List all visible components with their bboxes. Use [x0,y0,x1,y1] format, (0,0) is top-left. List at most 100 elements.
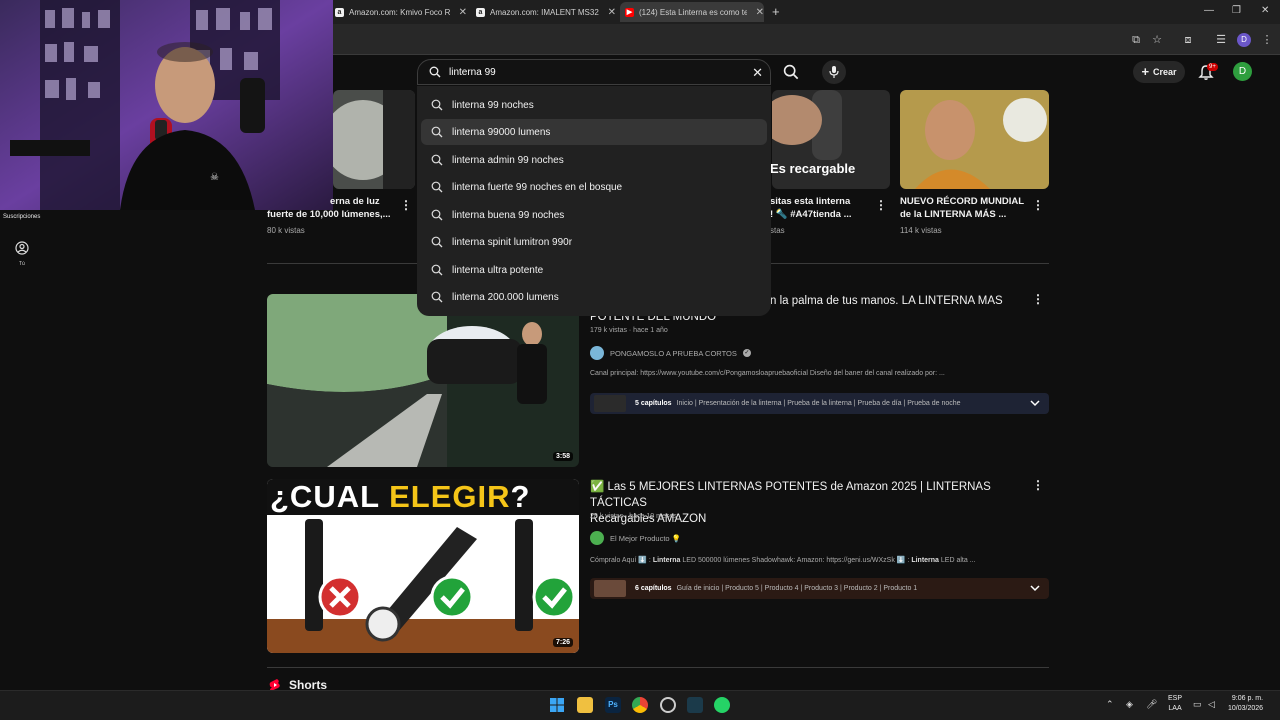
search-suggestion[interactable]: linterna 99000 lumens [421,119,767,145]
browser-tab[interactable]: a Amazon.com: Kmivo Foco Rec ✕ [335,2,467,22]
video-description: Cómpralo Aquí ⬇️ : Linterna LED 500000 l… [590,557,976,564]
obs-icon[interactable] [660,697,676,713]
minimize-icon[interactable]: — [1204,5,1214,16]
browser-menu-icon[interactable]: ⋮ [1260,33,1274,47]
search-icon [431,209,443,221]
microphone-icon [829,66,839,78]
search-suggestions-dropdown: linterna 99 noches linterna 99000 lumens… [417,86,771,316]
channel-info[interactable]: PONGAMOSLO A PRUEBA CORTOS ✓ [590,346,751,360]
search-suggestion[interactable]: linterna buena 99 noches [421,202,767,228]
search-icon [429,66,441,78]
chapters-bar[interactable]: 6 capítulos Guía de inicio | Producto 5 … [590,578,1049,599]
channel-avatar[interactable] [590,531,604,545]
video-title[interactable]: NUEVO RÉCORD MUNDIAL de la LINTERNA MÁS … [900,195,1030,221]
thumbnail-overlay-text: Es recargable [770,161,856,176]
channel-name[interactable]: PONGAMOSLO A PRUEBA CORTOS [610,349,737,358]
app-icon[interactable] [687,697,703,713]
photoshop-icon[interactable]: Ps [605,697,621,713]
search-icon [431,291,443,303]
bookmark-star-icon[interactable]: ☆ [1150,33,1164,47]
browser-tab-active[interactable]: ▶ (124) Esta Linterna es como ten ✕ [620,2,764,22]
input-language-indicator[interactable]: ESP LAA [1168,694,1182,714]
channel-name[interactable]: El Mejor Producto 💡 [610,534,681,543]
more-options-icon[interactable]: ⋮ [1032,198,1044,212]
video-thumbnail[interactable] [333,90,415,189]
webcam-overlay: ☠ [0,0,333,210]
tab-close-icon[interactable]: ✕ [459,7,467,18]
chapter-thumbnail [594,580,626,597]
browser-tab[interactable]: a Amazon.com: IMALENT MS32 ✕ [476,2,616,22]
install-icon[interactable]: ⧉ [1129,33,1143,47]
amazon-favicon-icon: a [476,7,485,17]
thumbnail-overlay-text: ¿CUAL ELEGIR? [270,479,531,514]
chapters-list: Inicio | Presentación de la linterna | P… [676,400,961,407]
file-explorer-icon[interactable] [577,697,593,713]
extensions-icon[interactable]: ⧈ [1181,33,1195,47]
tab-close-icon[interactable]: ✕ [608,7,616,18]
sidebar-item-you[interactable]: Tú [19,261,25,267]
search-suggestion[interactable]: linterna 200.000 lumens [421,284,767,310]
whatsapp-icon[interactable] [714,697,730,713]
chapters-count: 6 capítulos [635,585,672,592]
chapters-count: 5 capítulos [635,400,672,407]
tab-title: (124) Esta Linterna es como ten [639,7,747,17]
more-options-icon[interactable]: ⋮ [400,198,412,212]
chapter-thumbnail [594,395,626,412]
video-thumbnail[interactable] [267,294,579,467]
tray-app-icon[interactable]: ◈ [1126,699,1133,710]
more-options-icon[interactable]: ⋮ [1032,292,1044,306]
tab-close-icon[interactable]: ✕ [756,7,764,18]
tab-search-icon[interactable]: ☰ [1214,33,1228,47]
verified-icon: ✓ [742,349,751,357]
search-suggestion[interactable]: linterna 99 noches [421,92,767,118]
section-divider [267,667,1049,668]
browser-profile-avatar[interactable]: D [1237,33,1251,47]
volume-icon[interactable]: ◁ [1208,699,1215,710]
search-suggestion[interactable]: linterna ultra potente [421,257,767,283]
more-options-icon[interactable]: ⋮ [875,198,887,212]
search-icon [431,99,443,111]
windows-start-icon[interactable] [549,697,565,713]
search-input[interactable] [449,66,739,78]
search-icon [431,154,443,166]
system-clock[interactable]: 9:06 p. m. 10/03/2026 [1228,694,1263,714]
avatar[interactable]: D [1233,62,1252,81]
more-options-icon[interactable]: ⋮ [1032,478,1044,492]
search-suggestion[interactable]: linterna fuerte 99 noches en el bosque [421,174,767,200]
user-circle-icon[interactable] [15,241,29,255]
search-suggestion[interactable]: linterna spinit lumitron 990r [421,229,767,255]
network-icon[interactable]: ▭ [1193,699,1202,710]
chevron-down-icon[interactable] [1030,583,1040,593]
new-tab-button[interactable]: + [772,4,780,19]
sidebar-item-subscriptions[interactable]: Suscripciones [3,214,40,220]
search-icon [431,126,443,138]
video-description: Canal principal: https://www.youtube.com… [590,370,945,377]
clear-search-icon[interactable]: ✕ [752,65,763,81]
svg-text:☠: ☠ [210,172,219,183]
search-icon [431,181,443,193]
channel-info[interactable]: El Mejor Producto 💡 [590,531,681,545]
channel-avatar[interactable] [590,346,604,360]
video-thumbnail[interactable] [900,90,1049,189]
video-title[interactable]: sitas esta linterna ! 🔦 #A47tienda ... [770,195,870,221]
create-button[interactable]: + Crear [1133,61,1185,83]
video-duration: 7:26 [553,638,574,647]
chrome-icon[interactable] [632,697,648,713]
youtube-favicon-icon: ▶ [625,7,634,17]
search-button[interactable] [776,59,806,85]
video-views: stas [770,226,785,235]
close-window-icon[interactable]: ✕ [1261,5,1269,16]
video-meta: 28 k vistas · hace 10 meses [590,513,677,520]
voice-search-button[interactable] [822,60,846,84]
maximize-icon[interactable]: ❐ [1232,5,1241,16]
video-duration: 3:58 [553,452,574,461]
search-suggestion[interactable]: linterna admin 99 noches [421,147,767,173]
chevron-down-icon[interactable] [1030,398,1040,408]
chapters-bar[interactable]: 5 capítulos Inicio | Presentación de la … [590,393,1049,414]
tab-title: Amazon.com: IMALENT MS32 [490,7,599,17]
tray-chevron-up-icon[interactable]: ⌃ [1106,699,1114,710]
video-title[interactable]: erna de luz fuerte de 10,000 lúmenes,... [267,195,397,221]
tray-mic-icon[interactable]: 🎤︎ [1146,699,1157,710]
video-meta: 179 k vistas · hace 1 año [590,327,668,334]
search-bar[interactable]: ✕ [417,59,771,85]
